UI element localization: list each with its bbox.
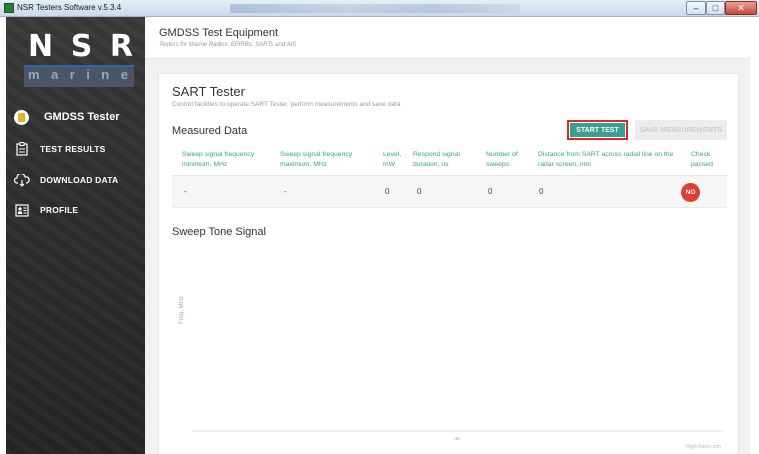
logo-letter: S [70,29,94,64]
logo-sub-letter: a [51,67,61,82]
logo-sub-letter: n [101,67,112,82]
table-cell: 0 [488,187,493,196]
column-header: Sweep signal frequency maximum, MHz [280,151,353,168]
cloud-download-icon [14,172,30,188]
table-cell: 0 [539,187,544,196]
minimize-button[interactable]: – [686,1,706,15]
sidebar-item-label: PROFILE [40,205,79,215]
window-titlebar: NSR Testers Software v.5.3.4 – □ ✕ [0,0,759,17]
window-title: NSR Testers Software v.5.3.4 [17,3,122,12]
chart-x-axis-label: us [454,436,460,442]
sidebar: N S R m a r i n e GMDSS Tester TEST RESU… [6,17,145,454]
gmdss-tester-icon [14,109,29,125]
column-header: Check passed [691,151,713,168]
table-cell: - [184,187,187,196]
logo-sub-letter: i [86,67,92,82]
column-header: Level, mW [383,151,402,168]
sidebar-item-profile[interactable]: PROFILE [6,200,145,220]
logo-sub-letter: e [120,67,130,82]
header-title: GMDSS Test Equipment [159,27,279,39]
logo-letter: R [109,29,134,64]
sidebar-item-label: GMDSS Tester [44,111,120,123]
sidebar-item-label: TEST RESULTS [40,144,106,154]
chart-credit-link[interactable]: Highcharts.com [686,444,721,450]
save-measurements-button[interactable]: SAVE MEASUREMENTS [635,120,727,140]
close-button[interactable]: ✕ [725,1,757,15]
nsr-marine-logo: N S R m a r i n e [24,29,134,89]
column-header: Sweep signal frequency minimum, MHz [182,151,255,168]
header-subtitle: Testers for Marine Radios, EPIRBs, SARTs… [159,42,297,48]
sweep-tone-title: Sweep Tone Signal [172,226,266,238]
column-header: Distance from SART across radial line on… [538,151,674,168]
sidebar-item-download-data[interactable]: DOWNLOAD DATA [6,170,145,190]
column-header: Respond signal duration, us [413,151,460,168]
main-content: GMDSS Test Equipment Testers for Marine … [145,17,750,454]
chart-y-axis-label: Freq, MHz [179,295,185,324]
measured-data-table: Sweep signal frequency minimum, MHz Sweep… [172,148,727,208]
sidebar-item-label: DOWNLOAD DATA [40,175,119,185]
logo-letter: N [28,29,55,64]
table-header: Sweep signal frequency minimum, MHz Sweep… [172,148,727,176]
page-subtitle: Control facilities to operate SART Teste… [172,101,401,108]
profile-card-icon [14,202,30,218]
sidebar-item-gmdss-tester[interactable]: GMDSS Tester [6,102,145,132]
start-test-button[interactable]: START TEST [567,120,628,140]
app-icon [4,3,14,13]
sidebar-item-test-results[interactable]: TEST RESULTS [6,139,145,159]
table-cell: 0 [417,187,422,196]
logo-sub-letter: m [28,67,42,82]
clipboard-icon [14,141,30,157]
titlebar-blurred-area [230,4,520,13]
maximize-button[interactable]: □ [706,1,725,15]
page-title: SART Tester [172,84,245,99]
table-row: - - 0 0 0 0 NO [172,176,727,208]
page-header: GMDSS Test Equipment Testers for Marine … [145,17,750,59]
table-cell: 0 [385,187,390,196]
check-failed-badge: NO [681,183,700,202]
logo-sub-letter: r [69,67,77,82]
measured-data-title: Measured Data [172,125,248,137]
column-header: Number of sweeps [486,151,518,168]
table-cell: - [284,187,287,196]
sart-tester-card: SART Tester Control facilities to operat… [159,74,738,454]
sweep-tone-chart [192,430,724,432]
